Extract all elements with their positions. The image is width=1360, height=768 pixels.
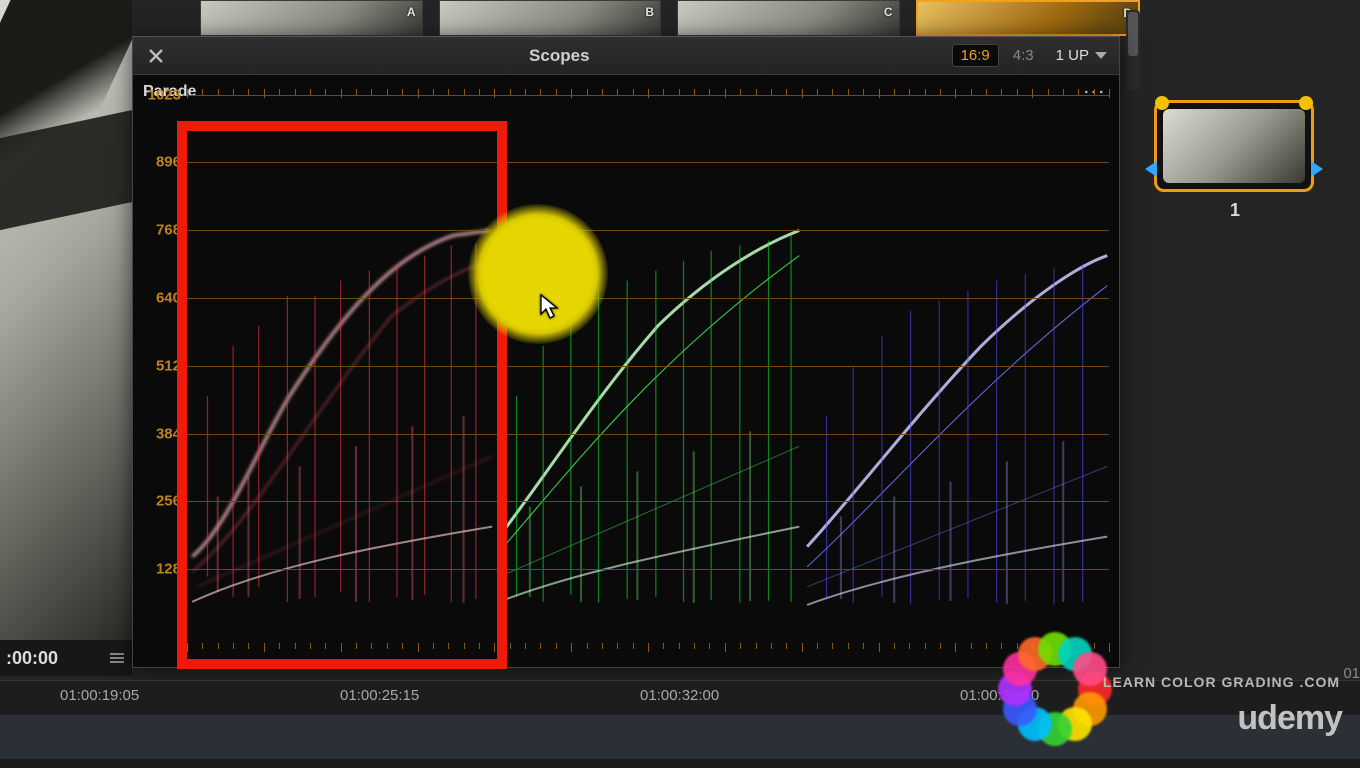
annotation-red-box [177, 121, 507, 669]
timeline-ruler: 01:00:19:0501:00:25:1501:00:32:0001:00:3… [0, 687, 1360, 715]
app-root: :00:00 A B C D 1 Scopes 16:9 4:3 1 UP [0, 0, 1360, 768]
viewer-timecode: :00:00 [0, 640, 132, 676]
timeline-tc-right-edge: 01 [1343, 665, 1360, 682]
mouse-cursor-icon [540, 294, 560, 320]
layout-dropdown[interactable]: 1 UP [1056, 47, 1107, 64]
timecode-options-icon[interactable] [110, 653, 124, 663]
scrollbar-thumb[interactable] [1128, 12, 1138, 56]
scopes-body: Parade ⋮ [133, 75, 1119, 667]
timeline[interactable]: 01:00:19:0501:00:25:1501:00:32:0001:00:3… [0, 680, 1360, 768]
node-connector-top-left[interactable] [1155, 96, 1169, 110]
chevron-down-icon [1095, 52, 1107, 59]
brand-site-text: LEARN COLOR GRADING .COM [1103, 674, 1340, 690]
scopes-panel: Scopes 16:9 4:3 1 UP Parade ⋮ [132, 36, 1120, 668]
thumbnail-letter: C [884, 5, 893, 19]
gallery-thumbnail-a[interactable]: A [200, 0, 423, 36]
gallery-thumbnail-d[interactable]: D [916, 0, 1141, 36]
parade-axis-label: 640 [137, 289, 181, 306]
gallery-thumbnail-b[interactable]: B [439, 0, 662, 36]
right-scrollbar[interactable] [1126, 10, 1140, 90]
brand-platform-text: udemy [1237, 699, 1342, 738]
source-viewer[interactable] [0, 0, 132, 640]
timeline-timecode: 01:00:19:05 [60, 687, 139, 704]
cursor-highlight [468, 204, 608, 344]
node-connector-top-right[interactable] [1299, 96, 1313, 110]
timeline-track[interactable] [0, 715, 1360, 759]
aspect-4-3-button[interactable]: 4:3 [1005, 45, 1042, 66]
timeline-timecode: 01:00:32:00 [640, 687, 719, 704]
parade-axis-label: 128 [137, 561, 181, 578]
parade-axis-label: 768 [137, 222, 181, 239]
thumbnail-letter: A [407, 5, 416, 19]
scopes-header: Scopes 16:9 4:3 1 UP [133, 37, 1119, 75]
viewer-timecode-value: :00:00 [6, 640, 58, 676]
parade-axis-label: 1023 [137, 87, 181, 104]
brand-wreath-icon [1000, 634, 1110, 744]
gallery-thumbnail-c[interactable]: C [677, 0, 900, 36]
gallery-thumbnails: A B C D [200, 0, 1140, 36]
parade-axis-label: 256 [137, 493, 181, 510]
close-icon [148, 48, 164, 64]
node-input-icon[interactable] [1145, 161, 1157, 177]
close-button[interactable] [145, 45, 167, 67]
scopes-title: Scopes [167, 46, 952, 66]
layout-dropdown-label: 1 UP [1056, 47, 1089, 64]
parade-axis-label: 896 [137, 154, 181, 171]
viewer-image [0, 0, 132, 640]
parade-axis-label: 384 [137, 425, 181, 442]
thumbnail-letter: B [645, 5, 654, 19]
aspect-16-9-button[interactable]: 16:9 [952, 44, 999, 67]
node-label: 1 [1230, 200, 1240, 221]
node-output-icon[interactable] [1311, 161, 1323, 177]
node-item[interactable] [1154, 100, 1314, 192]
parade-axis-label: 512 [137, 357, 181, 374]
timeline-timecode: 01:00:25:15 [340, 687, 419, 704]
node-thumbnail [1163, 109, 1305, 183]
